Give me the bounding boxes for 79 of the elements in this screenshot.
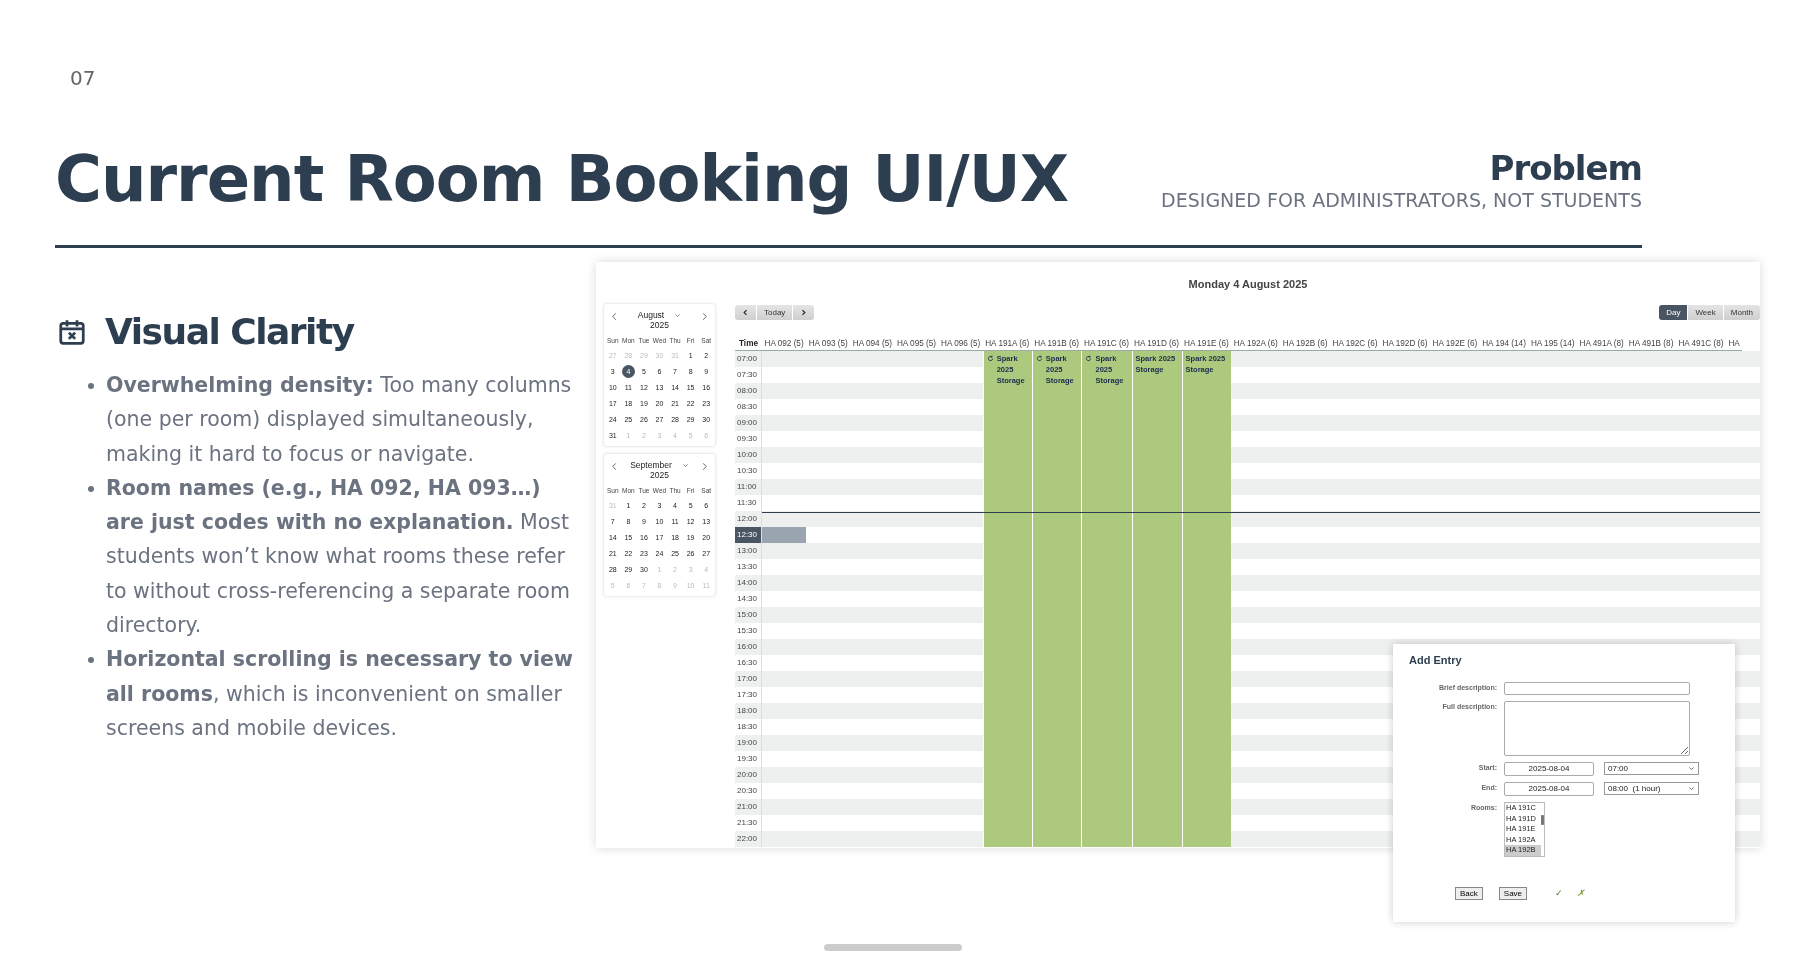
time-label: 08:30 <box>735 399 762 415</box>
time-label: 17:00 <box>735 671 762 687</box>
chevron-right-icon[interactable] <box>700 462 709 471</box>
back-button[interactable]: Back <box>1455 886 1483 900</box>
dialog-title: Add Entry <box>1409 654 1463 666</box>
year-label: 2025 <box>650 320 669 330</box>
full-description-field[interactable] <box>1504 701 1690 756</box>
today-button[interactable]: Today <box>757 305 793 320</box>
time-label: 15:30 <box>735 623 762 639</box>
time-label: 10:30 <box>735 463 762 479</box>
chevron-right-icon[interactable] <box>700 312 709 321</box>
time-label: 10:00 <box>735 447 762 463</box>
repeat-icon <box>1035 355 1043 362</box>
section-heading: Visual Clarity <box>105 310 354 354</box>
slide-subtitle: DESIGNED FOR ADMINISTRATORS, NOT STUDENTS <box>1161 188 1642 212</box>
scrollbar-thumb[interactable] <box>1541 815 1544 825</box>
time-label: 18:30 <box>735 719 762 735</box>
time-label: 17:30 <box>735 687 762 703</box>
repeat-icon <box>986 355 994 362</box>
time-label: 07:00 <box>735 351 762 367</box>
chevron-left-icon <box>742 309 749 316</box>
chevron-down-icon[interactable] <box>681 461 689 469</box>
time-label: 13:00 <box>735 543 762 559</box>
year-label: 2025 <box>650 470 669 480</box>
view-tab[interactable]: Day <box>1659 305 1688 320</box>
chevron-down-icon <box>1688 765 1695 772</box>
end-time-select[interactable]: 08:00 (1 hour) <box>1604 782 1699 795</box>
end-date-field[interactable]: 2025-08-04 <box>1504 782 1594 796</box>
view-tab[interactable]: Week <box>1688 305 1723 320</box>
chevron-down-icon <box>1688 785 1695 792</box>
start-date-field[interactable]: 2025-08-04 <box>1504 762 1594 776</box>
time-label: 19:30 <box>735 751 762 767</box>
month-label[interactable]: September <box>630 460 672 470</box>
time-label: 14:30 <box>735 591 762 607</box>
time-label: 07:30 <box>735 367 762 383</box>
brief-description-field[interactable] <box>1504 682 1690 695</box>
time-label: 14:00 <box>735 575 762 591</box>
slide-title: Current Room Booking UI/UX <box>55 141 1069 218</box>
time-label: 15:00 <box>735 607 762 623</box>
start-time-select[interactable]: 07:00 <box>1604 762 1699 775</box>
confirm-mark[interactable]: ✓ <box>1555 888 1564 898</box>
chevron-down-icon[interactable] <box>674 311 682 319</box>
bullet-text: Horizontal scrolling is necessary to view all rooms, which is inconvenient on smaller screens and mobile devices. <box>106 646 574 742</box>
page-number: 07 <box>69 65 96 90</box>
time-label: 19:00 <box>735 735 762 751</box>
chevron-left-icon[interactable] <box>610 462 619 471</box>
time-label: 08:00 <box>735 383 762 399</box>
time-label: 09:30 <box>735 431 762 447</box>
time-label: 12:30 <box>735 527 762 543</box>
selected-cell[interactable] <box>762 527 807 543</box>
save-button[interactable]: Save <box>1498 886 1528 900</box>
bullet-icon <box>88 485 94 492</box>
chevron-left-icon[interactable] <box>610 312 619 321</box>
time-label: 21:00 <box>735 799 762 815</box>
section-tag: Problem <box>1489 148 1642 188</box>
bullet-text: Overwhelming density: Too many columns (one per room) displayed simultaneously, making it hard to focus or navigate. <box>106 372 573 468</box>
bullet-icon <box>88 383 94 389</box>
previous-button[interactable] <box>735 305 756 320</box>
time-label: 21:30 <box>735 815 762 831</box>
repeat-icon <box>1085 355 1093 362</box>
time-label: 16:00 <box>735 639 762 655</box>
month-label[interactable]: August <box>637 310 665 320</box>
bullet-icon <box>88 657 94 664</box>
time-label: 11:30 <box>735 495 762 511</box>
bullet-text: Room names (e.g., HA 092, HA 093…) are just codes with no explanation. Most students won’t know what rooms these refer to without cross-referencing a separate room directory. <box>106 474 571 640</box>
time-label: 12:00 <box>735 511 762 527</box>
time-label: 09:00 <box>735 415 762 431</box>
chevron-right-icon <box>800 309 808 316</box>
time-label: 11:00 <box>735 479 762 495</box>
time-label: 22:00 <box>735 831 762 847</box>
time-label: 20:30 <box>735 783 762 799</box>
date-title: Monday 4 August 2025 <box>1187 277 1309 292</box>
time-label: 16:30 <box>735 655 762 671</box>
time-label: 13:30 <box>735 559 762 575</box>
view-tab[interactable]: Month <box>1723 305 1760 320</box>
next-button[interactable] <box>793 305 815 320</box>
time-label: 20:00 <box>735 767 762 783</box>
time-label: 18:00 <box>735 703 762 719</box>
calendar-icon <box>57 317 87 347</box>
